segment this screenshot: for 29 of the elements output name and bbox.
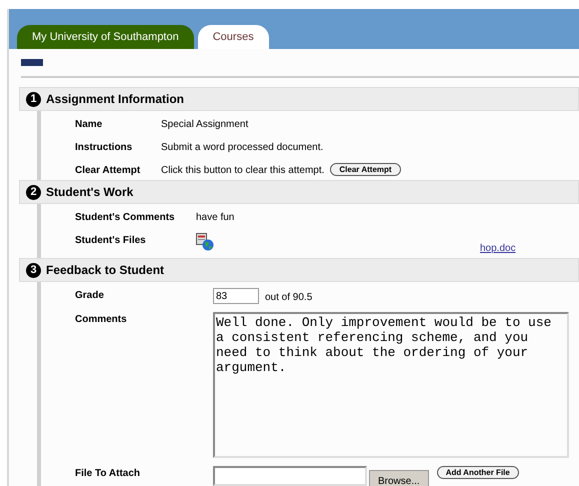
browse-button[interactable]: Browse...	[369, 470, 429, 486]
field-value: Special Assignment	[161, 118, 250, 130]
comments-field[interactable]: Well done. Only improvement would be to use a consistent referencing scheme, and you need to think about the ordering of your argument.	[213, 312, 569, 458]
grade-field[interactable]: 83	[213, 288, 259, 304]
field-label: Clear Attempt	[74, 164, 142, 176]
max-score: out of 90.5	[265, 290, 312, 302]
step-number: 2	[26, 184, 41, 200]
clear-attempt-button[interactable]: Clear Attempt	[330, 163, 401, 176]
field-label: Student's Files	[74, 234, 147, 248]
section-title: Student's Work	[46, 185, 134, 199]
field-label: Grade	[74, 289, 105, 303]
field-value: Click this button to clear this attempt.	[161, 164, 324, 176]
file-link[interactable]: hop.doc	[480, 243, 516, 254]
field-value: have fun	[196, 211, 236, 223]
nav-tab[interactable]: Courses	[198, 25, 269, 49]
field-value: Submit a word processed document.	[161, 141, 324, 153]
nav-tab[interactable]: My University of Southampton	[17, 25, 194, 49]
step-number: 3	[26, 262, 41, 278]
field-label: Name	[74, 118, 104, 130]
document-globe-icon	[196, 233, 214, 251]
file-field[interactable]	[213, 466, 367, 486]
section-title: Assignment Information	[46, 92, 184, 106]
step-number: 1	[26, 92, 41, 106]
field-label: Instructions	[74, 141, 134, 153]
section-title: Feedback to Student	[46, 263, 164, 277]
field-label: File To Attach	[74, 467, 141, 481]
field-label: Student's Comments	[74, 211, 176, 223]
field-label: Comments	[74, 313, 128, 327]
add-file-button[interactable]: Add Another File	[436, 466, 519, 479]
